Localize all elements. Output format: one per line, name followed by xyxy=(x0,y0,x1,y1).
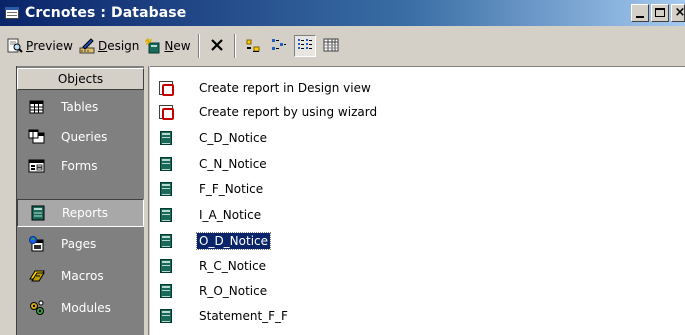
close-button[interactable]: × xyxy=(671,4,685,22)
delete-button[interactable] xyxy=(206,35,228,57)
wizard-icon xyxy=(158,80,174,96)
report-icon xyxy=(158,233,174,249)
list-item-label: R_C_Notice xyxy=(199,259,267,273)
new-object-icon xyxy=(145,37,161,54)
list-item-label: Statement_F_F xyxy=(199,309,288,323)
objects-item-label: Pages xyxy=(61,237,97,251)
minimize-button[interactable] xyxy=(631,4,649,22)
objects-item-tables[interactable]: Tables xyxy=(17,93,144,121)
report-icon xyxy=(158,181,174,197)
objects-item-label: Modules xyxy=(61,301,111,315)
report-icon xyxy=(158,130,174,146)
list-item[interactable]: R_C_Notice xyxy=(158,255,268,277)
objects-item-label: Queries xyxy=(61,130,108,144)
list-item-label: F_F_Notice xyxy=(199,182,264,196)
report-icon xyxy=(158,207,174,223)
print-preview-icon xyxy=(7,38,23,54)
wizard-icon xyxy=(158,104,174,120)
macro-icon xyxy=(27,267,47,285)
list-view-icon xyxy=(297,37,313,56)
list-item-label: C_N_Notice xyxy=(199,157,267,171)
design-button[interactable]: Design xyxy=(76,34,142,58)
database-main: Objects Tables Queries Forms Reports Pag… xyxy=(0,66,685,335)
objects-item-label: Reports xyxy=(62,206,109,220)
report-icon xyxy=(158,308,174,324)
design-view-icon xyxy=(79,38,95,54)
list-item[interactable]: F_F_Notice xyxy=(158,178,265,200)
list-item[interactable]: Statement_F_F xyxy=(158,305,290,327)
preview-button[interactable]: Preview xyxy=(4,34,76,58)
objects-item-label: Tables xyxy=(61,100,99,114)
toolbar-separator xyxy=(233,34,236,58)
objects-header-button[interactable]: Objects xyxy=(17,68,144,90)
pane-splitter[interactable] xyxy=(145,66,149,335)
large-icons-button[interactable] xyxy=(242,35,264,57)
window-title: Crcnotes : Database xyxy=(25,5,187,21)
objects-bar: Objects Tables Queries Forms Reports Pag… xyxy=(16,66,144,335)
reports-list: Create report in Design view Create repo… xyxy=(150,66,685,335)
list-item[interactable]: C_D_Notice xyxy=(158,127,269,149)
large-icons-icon xyxy=(245,37,261,56)
report-icon xyxy=(158,283,174,299)
title-bar[interactable]: Crcnotes : Database × xyxy=(0,0,685,26)
database-toolbar: Preview Design New xyxy=(0,28,685,64)
objects-item-queries[interactable]: Queries xyxy=(17,123,144,151)
list-item[interactable]: I_A_Notice xyxy=(158,204,263,226)
objects-item-forms[interactable]: Forms xyxy=(17,152,144,180)
window-controls: × xyxy=(629,4,685,22)
delete-icon xyxy=(209,37,225,56)
new-mnemonic: N xyxy=(164,39,174,53)
list-item[interactable]: Create report in Design view xyxy=(158,77,373,99)
maximize-icon xyxy=(655,8,665,17)
list-item-label: Create report in Design view xyxy=(199,81,371,95)
design-mnemonic: D xyxy=(97,39,108,53)
details-view-icon xyxy=(323,37,339,56)
query-icon xyxy=(27,128,47,146)
report-icon xyxy=(158,156,174,172)
table-icon xyxy=(27,98,47,116)
objects-item-modules[interactable]: Modules xyxy=(17,294,144,322)
objects-item-pages[interactable]: Pages xyxy=(17,230,144,258)
list-item[interactable]: R_O_Notice xyxy=(158,280,269,302)
design-label: esign xyxy=(107,39,140,53)
module-icon xyxy=(27,299,47,317)
database-window: Crcnotes : Database × Preview Design New xyxy=(0,0,685,335)
form-icon xyxy=(27,157,47,175)
objects-item-reports[interactable]: Reports xyxy=(17,199,144,227)
list-item-label: R_O_Notice xyxy=(199,284,268,298)
report-icon xyxy=(28,204,48,222)
database-icon xyxy=(4,5,20,21)
maximize-button[interactable] xyxy=(651,4,669,22)
list-item-label: I_A_Notice xyxy=(199,208,262,222)
new-label: ew xyxy=(173,39,191,53)
preview-mnemonic: P xyxy=(26,39,34,53)
objects-item-macros[interactable]: Macros xyxy=(17,262,144,290)
list-view-button[interactable] xyxy=(293,35,316,57)
details-view-button[interactable] xyxy=(320,35,342,57)
list-item-label: C_D_Notice xyxy=(199,131,267,145)
small-icons-icon xyxy=(271,37,287,56)
small-icons-button[interactable] xyxy=(268,35,290,57)
list-item[interactable]: Create report by using wizard xyxy=(158,101,379,123)
new-button[interactable]: New xyxy=(142,34,193,58)
page-icon xyxy=(27,235,47,253)
list-item-label: Create report by using wizard xyxy=(199,105,378,119)
toolbar-separator xyxy=(197,34,200,58)
close-icon: × xyxy=(674,5,685,20)
preview-label: review xyxy=(33,39,73,53)
objects-item-label: Macros xyxy=(61,269,104,283)
objects-item-label: Forms xyxy=(61,159,98,173)
list-item-label: O_D_Notice xyxy=(195,232,272,250)
list-item[interactable]: O_D_Notice xyxy=(158,230,272,252)
minimize-icon xyxy=(636,16,644,18)
report-icon xyxy=(158,258,174,274)
list-item[interactable]: C_N_Notice xyxy=(158,153,269,175)
